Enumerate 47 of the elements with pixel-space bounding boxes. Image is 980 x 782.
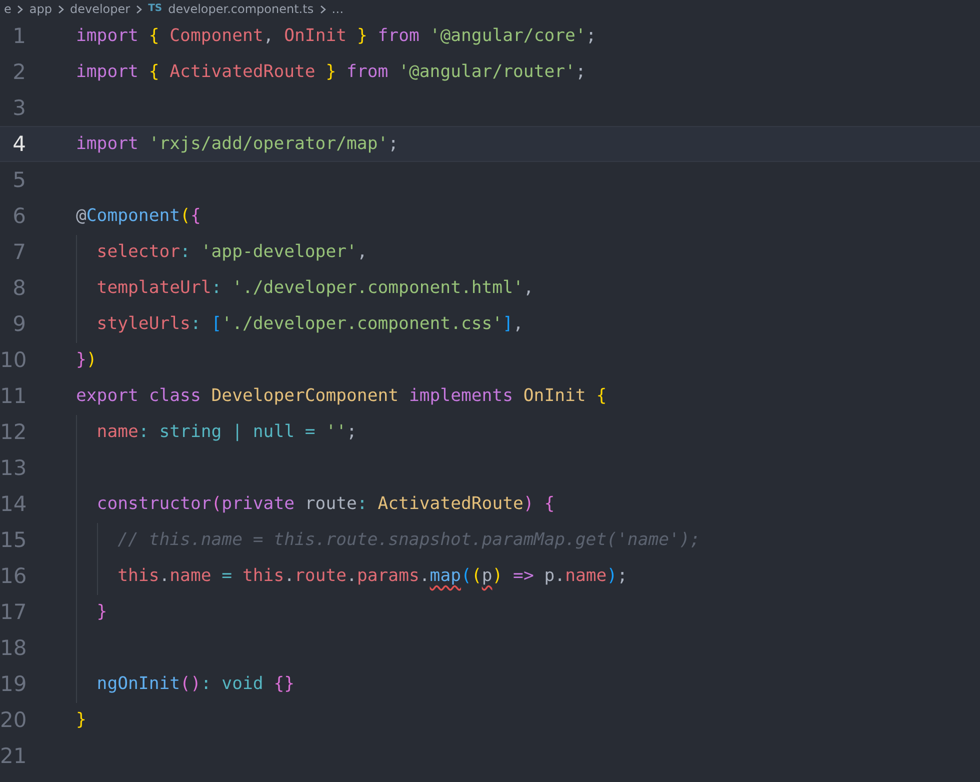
chevron-icon <box>58 4 64 14</box>
code-line: import { ActivatedRoute } from '@angular/router'; <box>76 62 586 82</box>
line-number: 16 <box>0 564 26 588</box>
line-number: 17 <box>0 600 26 624</box>
line-number: 12 <box>0 420 26 444</box>
code-line: templateUrl: './developer.component.html', <box>96 278 534 298</box>
code-line: @Component({ <box>76 206 201 226</box>
breadcrumb-item[interactable]: developer <box>70 2 130 16</box>
breadcrumb-item[interactable]: e <box>4 2 12 16</box>
code-line: import { Component, OnInit } from '@angular/core'; <box>76 26 596 46</box>
line-number: 1 <box>12 24 26 48</box>
line-number: 5 <box>12 168 26 192</box>
chevron-icon <box>320 4 326 14</box>
code-line: }) <box>76 350 97 370</box>
line-number: 4 <box>12 132 26 156</box>
code-line: } <box>96 602 108 622</box>
code-line: import 'rxjs/add/operator/map'; <box>76 134 399 154</box>
line-number: 6 <box>12 204 26 228</box>
line-number: 20 <box>0 708 26 732</box>
breadcrumb-item[interactable]: … <box>332 2 344 16</box>
line-number: 10 <box>0 348 26 372</box>
line-number: 19 <box>0 672 26 696</box>
code-line: styleUrls: ['./developer.component.css'], <box>96 314 524 334</box>
line-number: 7 <box>12 240 26 264</box>
line-number: 13 <box>0 456 26 480</box>
code-line: ngOnInit(): void {} <box>96 674 295 694</box>
code-line: // this.name = this.route.snapshot.paramMap.get('name'); <box>116 530 700 550</box>
line-number: 9 <box>12 312 26 336</box>
code-line: this.name = this.route.params.map((p) => p.name); <box>116 566 628 586</box>
line-number: 14 <box>0 492 26 516</box>
breadcrumb-item[interactable]: developer.component.ts <box>168 2 314 16</box>
code-line: name: string | null = ''; <box>96 422 357 442</box>
chevron-icon <box>17 4 24 14</box>
line-number: 2 <box>12 60 26 84</box>
breadcrumb-item[interactable]: app <box>29 2 52 16</box>
typescript-file-icon: TS <box>148 2 162 16</box>
line-number: 8 <box>12 276 26 300</box>
line-number: 18 <box>0 636 26 660</box>
code-line: constructor(private route: ActivatedRoute) { <box>96 494 555 514</box>
code-line: selector: 'app-developer', <box>96 242 368 262</box>
chevron-icon <box>136 4 142 14</box>
line-number: 15 <box>0 528 26 552</box>
code-line: } <box>76 710 86 730</box>
line-number: 11 <box>0 384 26 408</box>
code-line: export class DeveloperComponent implements OnInit { <box>76 386 607 406</box>
line-number: 3 <box>12 96 26 120</box>
line-number: 21 <box>0 744 26 768</box>
